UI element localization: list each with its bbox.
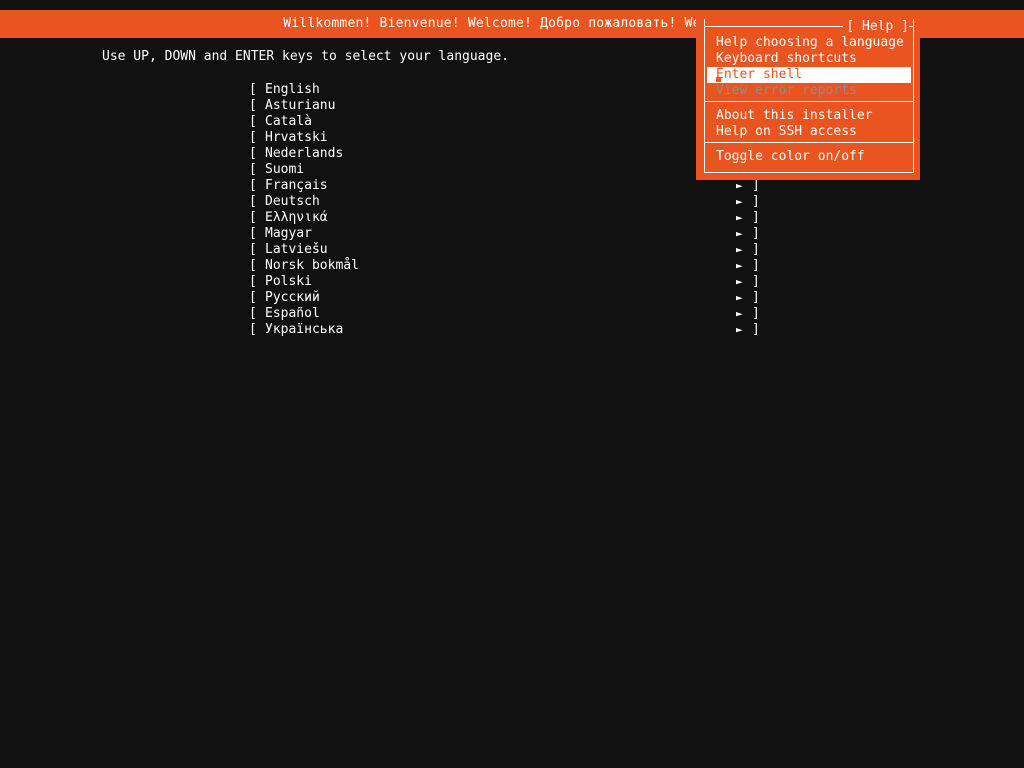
bracket-open: [	[249, 82, 257, 97]
bracket-close: ]	[752, 258, 760, 273]
language-option-nederlands[interactable]: [Nederlands►]	[249, 146, 761, 162]
bracket-close: ]	[752, 274, 760, 289]
menu-item-help-on-ssh-access[interactable]: Help on SSH access	[705, 124, 913, 140]
menu-item-about-this-installer[interactable]: About this installer	[705, 108, 913, 124]
language-label: Українська	[265, 322, 344, 337]
language-label: Asturianu	[265, 98, 336, 113]
instruction-text: Use UP, DOWN and ENTER keys to select yo…	[102, 49, 509, 64]
language-label: English	[265, 82, 320, 97]
menu-item-label: View error reports	[716, 83, 857, 98]
language-label: Nederlands	[265, 146, 344, 161]
bracket-open: [	[249, 162, 257, 177]
help-menu-section: Toggle color on/off	[705, 142, 913, 172]
bracket-close: ]	[752, 322, 760, 337]
language-option-english[interactable]: [English►]	[249, 82, 761, 98]
language-option-українська[interactable]: [ Українська ►]	[249, 322, 761, 338]
language-option-polski[interactable]: [ Polski ►]	[249, 274, 761, 290]
help-menu-titlebar: [ Help ]	[705, 19, 913, 34]
text-cursor	[716, 77, 721, 82]
menu-item-label: Keyboard shortcuts	[716, 51, 857, 66]
language-option-asturianu[interactable]: [Asturianu►]	[249, 98, 761, 114]
help-menu-section: About this installer Help on SSH access	[705, 101, 913, 142]
arrow-right-icon: ►	[736, 259, 743, 272]
bracket-open: [	[249, 306, 257, 321]
arrow-right-icon: ►	[736, 275, 743, 288]
arrow-right-icon: ►	[736, 243, 743, 256]
language-label: Suomi	[265, 162, 305, 177]
language-label: Norsk bokmål	[265, 258, 359, 273]
menu-item-keyboard-shortcuts[interactable]: Keyboard shortcuts	[705, 51, 913, 67]
bracket-open: [	[249, 114, 257, 129]
bracket-close: ]	[752, 226, 760, 241]
bracket-open: [	[249, 146, 257, 161]
language-option-español[interactable]: [ Español ►]	[249, 306, 761, 322]
language-label: Deutsch	[265, 194, 320, 209]
language-option-suomi[interactable]: [Suomi►]	[249, 162, 761, 178]
help-menu-popup[interactable]: [ Help ] Help choosing a language Keyboar…	[696, 12, 920, 180]
help-menu-frame: [ Help ] Help choosing a language Keyboar…	[704, 19, 914, 173]
language-label: Français	[265, 178, 328, 193]
bracket-open: [	[249, 178, 257, 193]
language-list: [ English ►] [ Asturianu ►] [ Català ►] [ Hrvatski…	[249, 82, 761, 338]
arrow-right-icon: ►	[736, 179, 743, 192]
menu-item-label: Toggle color on/off	[716, 149, 865, 164]
language-option-русский[interactable]: [ Русский ►]	[249, 290, 761, 306]
language-option-català[interactable]: [Català►]	[249, 114, 761, 130]
menu-item-view-error-reports: View error reports	[705, 83, 913, 99]
bracket-open: [	[249, 290, 257, 305]
arrow-right-icon: ►	[736, 291, 743, 304]
language-label: Español	[265, 306, 320, 321]
language-label: Hrvatski	[265, 130, 328, 145]
help-menu-title: [ Help ]	[846, 19, 909, 34]
bracket-open: [	[249, 226, 257, 241]
language-option-norsk-bokmål[interactable]: [ Norsk bokmål ►]	[249, 258, 761, 274]
arrow-right-icon: ►	[736, 323, 743, 336]
language-label: Magyar	[265, 226, 312, 241]
arrow-right-icon: ►	[736, 211, 743, 224]
bracket-open: [	[249, 194, 257, 209]
language-option-hrvatski[interactable]: [Hrvatski►]	[249, 130, 761, 146]
help-menu-sections: Help choosing a language Keyboard shortcu…	[705, 34, 913, 172]
language-label: Polski	[265, 274, 312, 289]
menu-item-toggle-color-on-off[interactable]: Toggle color on/off	[705, 149, 913, 165]
language-option-latviešu[interactable]: [ Latviešu ►]	[249, 242, 761, 258]
language-label: Latviešu	[265, 242, 328, 257]
bracket-open: [	[249, 242, 257, 257]
arrow-right-icon: ►	[736, 195, 743, 208]
bracket-open: [	[249, 274, 257, 289]
language-option-magyar[interactable]: [ Magyar ►]	[249, 226, 761, 242]
menu-item-label: Enter shell	[716, 67, 803, 82]
bracket-close: ]	[752, 306, 760, 321]
bracket-open: [	[249, 210, 257, 225]
bracket-close: ]	[752, 290, 760, 305]
menu-item-enter-shell[interactable]: Enter shell	[707, 67, 911, 83]
arrow-right-icon: ►	[736, 307, 743, 320]
bracket-open: [	[249, 258, 257, 273]
language-option-deutsch[interactable]: [ Deutsch ►]	[249, 194, 761, 210]
menu-item-label: Help on SSH access	[716, 124, 857, 139]
arrow-right-icon: ►	[736, 227, 743, 240]
menu-border-rule-left	[705, 26, 844, 27]
welcome-text: Willkommen! Bienvenue! Welcome! Добро по…	[283, 16, 741, 31]
bracket-close: ]	[752, 178, 760, 193]
language-label: Русский	[265, 290, 320, 305]
bracket-close: ]	[752, 210, 760, 225]
bracket-close: ]	[752, 194, 760, 209]
language-label: Ελληνικά	[265, 210, 328, 225]
menu-item-label: About this installer	[716, 108, 873, 123]
bracket-close: ]	[752, 242, 760, 257]
bracket-open: [	[249, 130, 257, 145]
language-label: Català	[265, 114, 312, 129]
bracket-open: [	[249, 98, 257, 113]
language-option-ελληνικά[interactable]: [ Ελληνικά ►]	[249, 210, 761, 226]
language-option-français[interactable]: [ Français ►]	[249, 178, 761, 194]
help-menu-section: Help choosing a language Keyboard shortcu…	[705, 34, 913, 101]
menu-item-label: Help choosing a language	[716, 35, 904, 50]
menu-item-help-choosing-a-language[interactable]: Help choosing a language	[705, 35, 913, 51]
menu-border-rule-right	[909, 26, 913, 27]
bracket-open: [	[249, 322, 257, 337]
